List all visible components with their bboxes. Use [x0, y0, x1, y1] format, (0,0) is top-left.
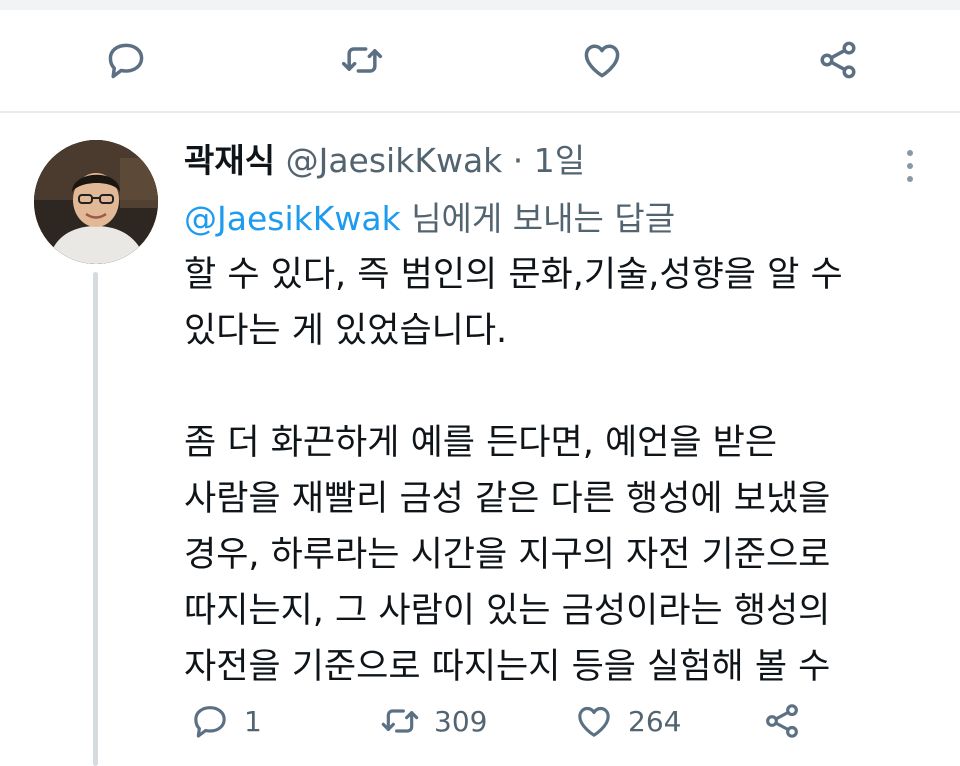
- share-stat-button[interactable]: [762, 696, 816, 746]
- replying-to: @JaesikKwak 님에게 보내는 답글: [184, 196, 675, 242]
- like-stat-button[interactable]: 264: [574, 696, 681, 746]
- retweet-count: 309: [434, 704, 488, 738]
- avatar[interactable]: [34, 140, 158, 264]
- tweet-text-line: 경우, 하루라는 시간을 지구의 자전 기준으로: [184, 535, 831, 575]
- tweet-detail-view: 곽재식 @JaesikKwak · 1일 @JaesikKwak 님에게 보내는…: [0, 0, 960, 766]
- tweet-text-line: 자전을 기준으로 따지는지 등을 실험해 볼 수: [184, 647, 831, 687]
- retweet-stat-button[interactable]: 309: [380, 696, 487, 746]
- more-options-dot: [907, 176, 913, 183]
- reply-count: 1: [244, 704, 262, 738]
- like-icon: [584, 44, 620, 78]
- tweet-text-line: 있다는 게 있었습니다.: [184, 311, 508, 351]
- tweet-text-line: 할 수 있다, 즉 범인의 문화,기술,성향을 알 수: [184, 255, 843, 295]
- like-count: 264: [628, 704, 682, 738]
- share-icon: [820, 41, 856, 79]
- user-handle[interactable]: @JaesikKwak: [286, 141, 503, 180]
- tweet-text-line: 좀 더 화끈하게 예를 든다면, 예언을 받은: [184, 423, 778, 463]
- share-icon: [766, 704, 798, 738]
- retweet-icon: [381, 709, 419, 733]
- reply-icon: [108, 43, 144, 79]
- previous-tweet-edge: [0, 0, 960, 10]
- retweet-button[interactable]: [336, 34, 388, 86]
- display-name[interactable]: 곽재식: [184, 141, 275, 180]
- tweet-timestamp[interactable]: 1일: [534, 141, 585, 180]
- like-icon: [578, 706, 610, 737]
- header-separator: ·: [512, 141, 524, 180]
- tweet-text-line: 따지는지, 그 사람이 있는 금성이라는 행성의: [184, 591, 831, 631]
- like-button[interactable]: [576, 34, 628, 86]
- previous-tweet-action-bar: [0, 10, 960, 110]
- more-options-dot: [907, 149, 913, 156]
- retweet-icon: [341, 47, 383, 73]
- tweet-text: 할 수 있다, 즉 범인의 문화,기술,성향을 알 수 있다는 게 있었습니다.…: [184, 247, 924, 695]
- tweet-divider: [0, 111, 960, 113]
- share-button[interactable]: [812, 34, 864, 86]
- more-options-dot: [907, 162, 913, 169]
- avatar-photo: [34, 140, 158, 264]
- reply-to-mention[interactable]: @JaesikKwak: [184, 199, 401, 238]
- reply-button[interactable]: [100, 34, 152, 86]
- more-options-button[interactable]: [896, 146, 924, 186]
- tweet-text-line: 사람을 재빨리 금성 같은 다른 행성에 보냈을: [184, 479, 831, 519]
- reply-to-label: 님에게 보내는 답글: [400, 199, 676, 238]
- tweet-header: 곽재식 @JaesikKwak · 1일: [184, 138, 585, 184]
- tweet-action-bar: 1 309 264: [184, 696, 924, 746]
- thread-connector-line: [93, 272, 98, 766]
- reply-stat-button[interactable]: 1: [190, 696, 262, 746]
- reply-icon: [194, 706, 226, 738]
